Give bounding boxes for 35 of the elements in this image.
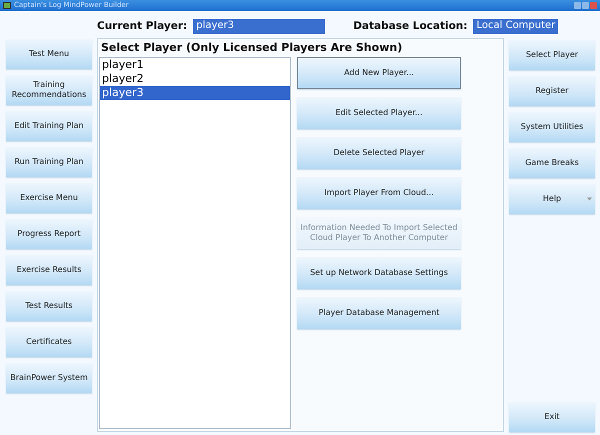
- menu-button[interactable]: System Utilities: [509, 112, 595, 142]
- menu-button[interactable]: Register: [509, 76, 595, 106]
- database-location-field[interactable]: Local Computer: [473, 18, 558, 34]
- action-button[interactable]: Set up Network Database Settings: [297, 257, 461, 289]
- player-item[interactable]: player3: [100, 86, 290, 100]
- menu-button[interactable]: Exercise Results: [6, 255, 92, 285]
- caret-icon: [587, 198, 592, 200]
- menu-button[interactable]: Progress Report: [6, 219, 92, 249]
- action-button[interactable]: Import Player From Cloud...: [297, 177, 461, 209]
- menu-button[interactable]: Edit Training Plan: [6, 111, 92, 141]
- menu-button[interactable]: BrainPower System: [6, 363, 92, 393]
- menu-button[interactable]: Exercise Menu: [6, 183, 92, 213]
- menu-button[interactable]: Training Recommendations: [6, 75, 92, 105]
- action-button[interactable]: Add New Player...: [297, 57, 461, 89]
- menu-button[interactable]: Game Breaks: [509, 148, 595, 178]
- menu-button[interactable]: Run Training Plan: [6, 147, 92, 177]
- close-icon[interactable]: [590, 2, 597, 9]
- action-button[interactable]: Delete Selected Player: [297, 137, 461, 169]
- menu-button[interactable]: Test Menu: [6, 39, 92, 69]
- player-item[interactable]: player1: [100, 58, 290, 72]
- database-location-label: Database Location:: [353, 20, 468, 32]
- panel-title: Select Player (Only Licensed Players Are Shown): [100, 41, 404, 56]
- action-button[interactable]: Player Database Management: [297, 297, 461, 329]
- minimize-icon[interactable]: [574, 2, 581, 9]
- app-icon: [3, 2, 11, 9]
- menu-button[interactable]: Certificates: [6, 327, 92, 357]
- help-button[interactable]: Help: [509, 184, 595, 214]
- maximize-icon[interactable]: [582, 2, 589, 9]
- current-player-label: Current Player:: [97, 20, 188, 32]
- exit-button[interactable]: Exit: [509, 402, 595, 432]
- menu-button[interactable]: Test Results: [6, 291, 92, 321]
- menu-button[interactable]: Select Player: [509, 40, 595, 70]
- action-button[interactable]: Edit Selected Player...: [297, 97, 461, 129]
- player-item[interactable]: player2: [100, 72, 290, 86]
- current-player-field[interactable]: player3: [193, 18, 326, 34]
